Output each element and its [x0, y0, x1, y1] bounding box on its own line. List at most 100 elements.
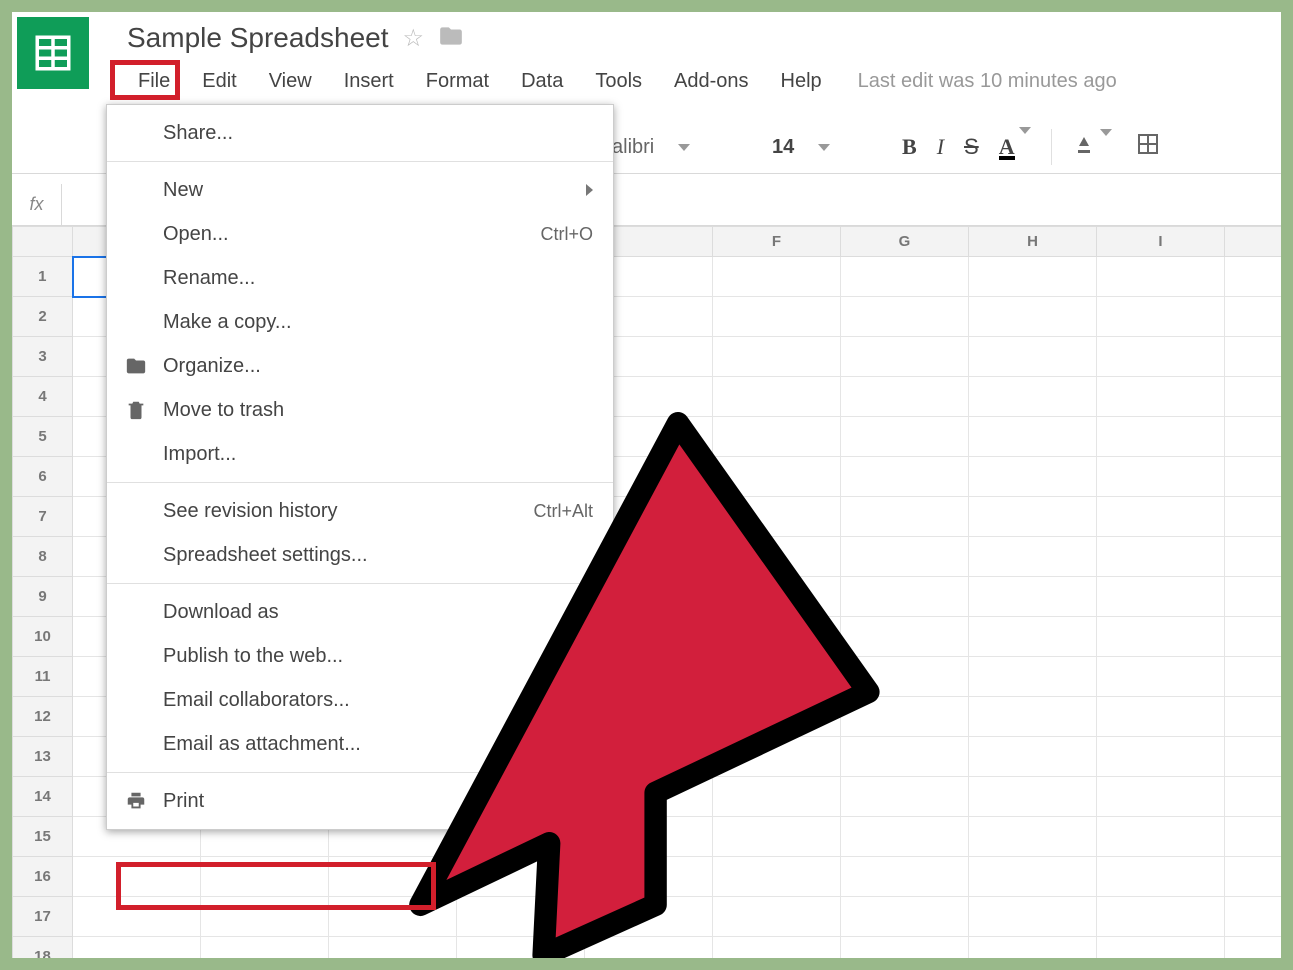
cell[interactable]: [1097, 857, 1225, 897]
cell[interactable]: [713, 297, 841, 337]
cell[interactable]: [1225, 417, 1282, 457]
row-header[interactable]: 1: [13, 257, 73, 297]
document-title[interactable]: Sample Spreadsheet: [127, 22, 389, 54]
menu-item-email-collaborators[interactable]: Email collaborators...: [107, 678, 613, 722]
cell[interactable]: [201, 857, 329, 897]
cell[interactable]: [969, 577, 1097, 617]
menu-data[interactable]: Data: [505, 64, 579, 99]
cell[interactable]: [841, 457, 969, 497]
cell[interactable]: [457, 937, 585, 959]
col-H[interactable]: H: [969, 227, 1097, 257]
strikethrough-button[interactable]: S: [964, 134, 979, 160]
col-F[interactable]: F: [713, 227, 841, 257]
menu-item-import[interactable]: Import...: [107, 432, 613, 476]
cell[interactable]: [969, 937, 1097, 959]
cell[interactable]: [841, 337, 969, 377]
row-header[interactable]: 7: [13, 497, 73, 537]
cell[interactable]: [1225, 857, 1282, 897]
menu-item-open[interactable]: Open...Ctrl+O: [107, 212, 613, 256]
menu-format[interactable]: Format: [410, 64, 505, 99]
cell[interactable]: [841, 897, 969, 937]
cell[interactable]: [1097, 617, 1225, 657]
cell[interactable]: [841, 737, 969, 777]
row-header[interactable]: 11: [13, 657, 73, 697]
cell[interactable]: [1097, 257, 1225, 297]
cell[interactable]: [457, 897, 585, 937]
cell[interactable]: [841, 777, 969, 817]
cell[interactable]: [841, 537, 969, 577]
menu-tools[interactable]: Tools: [579, 64, 658, 99]
cell[interactable]: [713, 937, 841, 959]
row-header[interactable]: 5: [13, 417, 73, 457]
cell[interactable]: [585, 897, 713, 937]
cell[interactable]: [841, 577, 969, 617]
menu-item-print[interactable]: PrintCtrl+P: [107, 779, 613, 823]
cell[interactable]: [969, 697, 1097, 737]
cell[interactable]: [1225, 377, 1282, 417]
cell[interactable]: [841, 937, 969, 959]
cell[interactable]: [969, 297, 1097, 337]
cell[interactable]: [841, 377, 969, 417]
menu-file[interactable]: File: [122, 64, 186, 99]
cell[interactable]: [73, 897, 201, 937]
menu-item-organize[interactable]: Organize...: [107, 344, 613, 388]
cell[interactable]: [841, 817, 969, 857]
cell[interactable]: [1097, 937, 1225, 959]
sheets-logo[interactable]: [17, 17, 89, 89]
cell[interactable]: [1225, 457, 1282, 497]
cell[interactable]: [329, 897, 457, 937]
menu-item-move-to-trash[interactable]: Move to trash: [107, 388, 613, 432]
cell[interactable]: [1225, 537, 1282, 577]
cell[interactable]: [713, 577, 841, 617]
cell[interactable]: [713, 377, 841, 417]
menu-edit[interactable]: Edit: [186, 64, 252, 99]
cell[interactable]: [713, 617, 841, 657]
cell[interactable]: [585, 857, 713, 897]
row-header[interactable]: 18: [13, 937, 73, 959]
cell[interactable]: [1097, 377, 1225, 417]
font-size-select[interactable]: 14: [772, 120, 830, 174]
cell[interactable]: [201, 897, 329, 937]
row-header[interactable]: 12: [13, 697, 73, 737]
cell[interactable]: [1225, 257, 1282, 297]
cell[interactable]: [1097, 297, 1225, 337]
menu-view[interactable]: View: [253, 64, 328, 99]
cell[interactable]: [1097, 497, 1225, 537]
menu-insert[interactable]: Insert: [328, 64, 410, 99]
row-header[interactable]: 15: [13, 817, 73, 857]
cell[interactable]: [73, 857, 201, 897]
menu-addons[interactable]: Add-ons: [658, 64, 765, 99]
cell[interactable]: [969, 657, 1097, 697]
cell[interactable]: [969, 817, 1097, 857]
text-color-button[interactable]: A: [999, 134, 1031, 161]
cell[interactable]: [713, 657, 841, 697]
cell[interactable]: [969, 897, 1097, 937]
cell[interactable]: [841, 257, 969, 297]
cell[interactable]: [1097, 457, 1225, 497]
cell[interactable]: [1225, 617, 1282, 657]
cell[interactable]: [969, 617, 1097, 657]
cell[interactable]: [713, 457, 841, 497]
cell[interactable]: [969, 417, 1097, 457]
select-all-corner[interactable]: [13, 227, 73, 257]
cell[interactable]: [1225, 297, 1282, 337]
row-header[interactable]: 17: [13, 897, 73, 937]
row-header[interactable]: 9: [13, 577, 73, 617]
cell[interactable]: [969, 497, 1097, 537]
cell[interactable]: [969, 337, 1097, 377]
row-header[interactable]: 8: [13, 537, 73, 577]
cell[interactable]: [841, 497, 969, 537]
menu-item-share[interactable]: Share...: [107, 111, 613, 155]
cell[interactable]: [841, 617, 969, 657]
cell[interactable]: [1225, 897, 1282, 937]
row-header[interactable]: 4: [13, 377, 73, 417]
cell[interactable]: [1225, 937, 1282, 959]
star-icon[interactable]: ☆: [403, 24, 425, 53]
menu-item-download-as[interactable]: Download as: [107, 590, 613, 634]
menu-item-publish-to-the-web[interactable]: Publish to the web...: [107, 634, 613, 678]
cell[interactable]: [713, 777, 841, 817]
cell[interactable]: [969, 537, 1097, 577]
cell[interactable]: [1097, 537, 1225, 577]
cell[interactable]: [841, 657, 969, 697]
cell[interactable]: [1225, 737, 1282, 777]
